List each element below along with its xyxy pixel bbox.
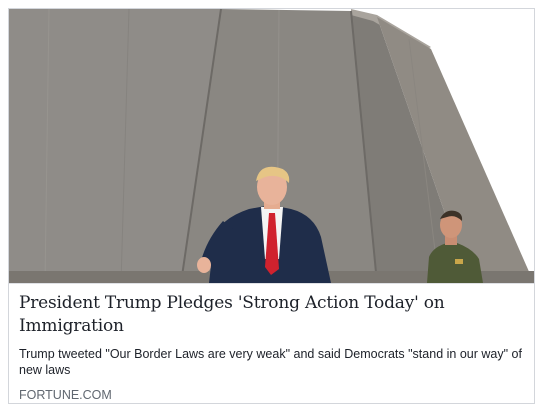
photo-icon <box>9 9 534 283</box>
headline[interactable]: President Trump Pledges 'Strong Action T… <box>19 292 526 338</box>
border-wall-photo[interactable] <box>9 9 534 284</box>
link-preview-card[interactable]: President Trump Pledges 'Strong Action T… <box>8 8 535 404</box>
description: Trump tweeted "Our Border Laws are very … <box>19 347 522 377</box>
source-domain: FORTUNE.COM <box>19 388 112 402</box>
link-preview-text[interactable]: President Trump Pledges 'Strong Action T… <box>19 292 526 403</box>
